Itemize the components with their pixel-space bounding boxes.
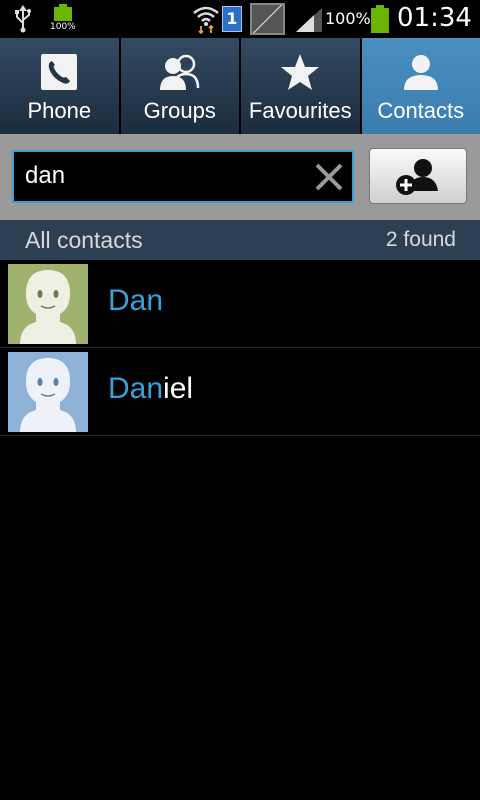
gallery-icon (250, 3, 285, 35)
contact-name: Daniel (108, 372, 193, 406)
tab-contacts[interactable]: Contacts (361, 38, 480, 134)
search-input-value: dan (25, 162, 66, 189)
battery-full-icon: 100% (50, 4, 76, 34)
tab-bar: Phone Groups Favourites Contacts (0, 38, 480, 134)
contact-name-match: Dan (108, 372, 164, 405)
contact-name-match: Dan (108, 284, 164, 317)
battery-icon (370, 5, 390, 33)
clock: 01:34 (397, 3, 472, 33)
usb-icon (15, 5, 31, 33)
wifi-icon (193, 6, 219, 34)
avatar[interactable] (8, 352, 88, 432)
tab-phone[interactable]: Phone (0, 38, 119, 134)
tab-phone-label: Phone (27, 98, 92, 123)
contact-icon (403, 55, 438, 90)
battery-small-label: 100% (50, 22, 76, 32)
add-contact-icon (396, 159, 438, 195)
results-count: 2 found (385, 228, 456, 251)
contact-name-rest: iel (163, 372, 194, 405)
star-icon (281, 54, 320, 90)
groups-icon (159, 54, 199, 90)
avatar[interactable] (8, 264, 88, 344)
phone-icon (41, 54, 78, 90)
contact-name: Dan (108, 284, 163, 318)
add-contact-button[interactable] (369, 148, 467, 204)
status-bar: 100% 1 100% 01:34 (0, 0, 480, 38)
contact-row-dan[interactable]: Dan (0, 260, 480, 348)
contact-row-daniel[interactable]: Daniel (0, 348, 480, 436)
tab-groups-label: Groups (143, 98, 216, 123)
battery-percent: 100% (325, 9, 371, 28)
close-icon[interactable] (314, 162, 344, 192)
tab-groups[interactable]: Groups (120, 38, 239, 134)
tab-favourites-label: Favourites (248, 98, 352, 123)
tab-favourites[interactable]: Favourites (241, 38, 360, 134)
search-input[interactable]: dan (12, 150, 354, 203)
search-area: dan (0, 134, 480, 220)
tab-contacts-label: Contacts (377, 98, 465, 123)
sim-icon: 1 (222, 6, 242, 32)
list-header-title: All contacts (25, 227, 143, 253)
signal-icon (296, 8, 322, 32)
list-header: All contacts 2 found (0, 220, 480, 260)
